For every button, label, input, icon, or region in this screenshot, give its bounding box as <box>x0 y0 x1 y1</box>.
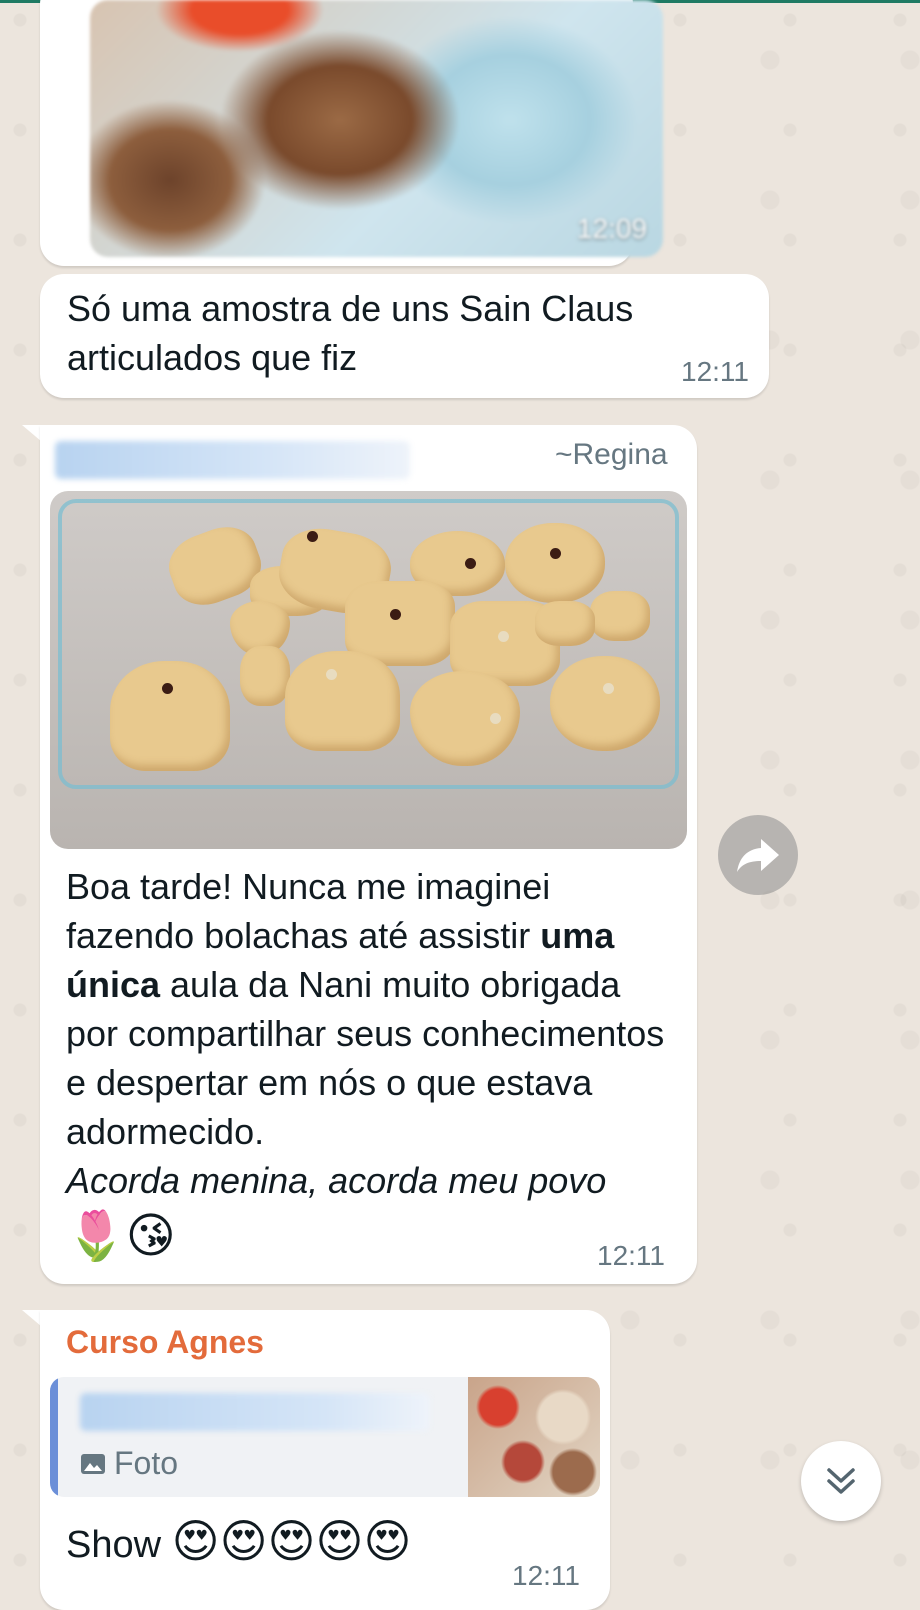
double-chevron-down-icon <box>827 1468 855 1494</box>
quoted-message[interactable]: Foto <box>50 1377 600 1497</box>
caption-italic: Acorda menina, acorda meu povo <box>66 1160 607 1201</box>
message-time: 12:09 <box>576 213 647 244</box>
message-time: 12:11 <box>597 1240 665 1271</box>
quote-bar <box>50 1377 58 1497</box>
forward-button[interactable] <box>718 815 798 895</box>
quoted-photo-thumbnail <box>468 1377 600 1497</box>
scroll-to-bottom-button[interactable] <box>801 1441 881 1521</box>
quoted-sender-blurred <box>80 1393 430 1431</box>
message-text-word: Show <box>66 1524 162 1566</box>
caption-part1: Boa tarde! Nunca me imaginei fazendo bol… <box>66 866 551 956</box>
sender-phone-blurred <box>55 441 410 479</box>
santa-photo[interactable]: 12:09 <box>90 0 663 257</box>
message-time: 12:11 <box>512 1560 580 1591</box>
forward-icon <box>737 839 779 872</box>
message-text: Só uma amostra de uns Sain Claus articul… <box>67 288 634 378</box>
message-text: Show 😍😍😍😍😍 <box>66 1515 411 1571</box>
photo-icon <box>81 1453 105 1474</box>
image-message-bubble[interactable]: 12:09 <box>40 0 663 266</box>
sender-name[interactable]: ~Regina <box>555 438 668 472</box>
message-time: 12:11 <box>681 356 749 387</box>
message-caption: Boa tarde! Nunca me imaginei fazendo bol… <box>66 862 666 1267</box>
cookies-photo[interactable] <box>50 491 687 849</box>
text-message-bubble[interactable]: Só uma amostra de uns Sain Claus articul… <box>40 274 769 398</box>
quote-label: Foto <box>114 1445 179 1481</box>
caption-emojis: 🌷😘 <box>66 1208 176 1264</box>
sender-name[interactable]: Curso Agnes <box>66 1324 264 1361</box>
message-emojis: 😍😍😍😍😍 <box>171 1514 412 1568</box>
